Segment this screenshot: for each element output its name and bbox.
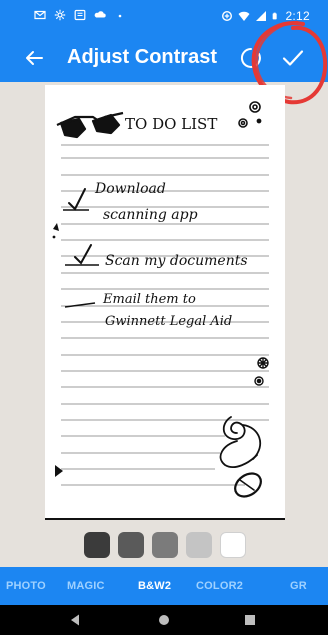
tab-magic[interactable]: MAGIC	[67, 580, 105, 592]
status-time: 2:12	[285, 9, 310, 23]
item-1-checkmark-icon	[68, 188, 86, 211]
nav-back-icon[interactable]	[68, 613, 82, 627]
triangle-marker-icon	[55, 465, 63, 477]
tab-photo[interactable]: PHOTO	[6, 580, 46, 592]
wifi-icon	[238, 11, 250, 21]
flower-doodle-icon	[254, 357, 269, 386]
notification-icons	[34, 9, 126, 21]
tab-color2[interactable]: COLOR2	[196, 580, 243, 592]
gmail-icon	[34, 10, 46, 20]
nav-recents-icon[interactable]	[243, 613, 257, 627]
document-preview: TO DO LIST Download scanning app Scan my…	[45, 85, 285, 520]
settings-icon	[54, 9, 66, 21]
item-1-text-line-1: Download	[94, 181, 166, 197]
pen-mark-icon	[52, 223, 59, 239]
tab-gr[interactable]: GR	[290, 580, 307, 592]
document-canvas: TO DO LIST Download scanning app Scan my…	[52, 101, 269, 498]
status-bar: 2:12	[0, 0, 328, 34]
data-saver-icon	[222, 10, 233, 22]
item-1-text-line-2: scanning app	[103, 207, 198, 223]
document-heading: TO DO LIST	[125, 115, 217, 133]
rotate-icon[interactable]	[238, 46, 264, 70]
cloud-icon	[94, 11, 106, 18]
swirl-doodle-icon	[238, 101, 262, 128]
swatch-5[interactable]	[220, 532, 246, 558]
swatch-4[interactable]	[186, 532, 212, 558]
item-2-text: Scan my documents	[105, 253, 248, 269]
filter-tab-bar: PHOTO MAGIC B&W2 COLOR2 GR	[0, 567, 328, 605]
nav-home-icon[interactable]	[157, 613, 171, 627]
glasses-doodle-icon	[56, 111, 124, 139]
system-nav-bar	[0, 605, 328, 635]
contrast-swatches	[0, 532, 328, 562]
mouse-doodle-icon	[219, 416, 262, 498]
item-3-text-line-1: Email them to	[102, 292, 196, 307]
calendar-icon	[74, 9, 86, 21]
battery-icon	[273, 12, 278, 20]
item-3-text-line-2: Gwinnett Legal Aid	[105, 314, 232, 329]
signal-icon	[256, 11, 267, 21]
page-title: Adjust Contrast	[67, 46, 217, 68]
tab-bw2[interactable]: B&W2	[138, 580, 171, 592]
check-icon[interactable]	[279, 45, 307, 71]
swatch-2[interactable]	[118, 532, 144, 558]
swatch-3[interactable]	[152, 532, 178, 558]
item-2-checkmark-icon	[74, 244, 92, 265]
system-icons: 2:12	[221, 9, 310, 23]
dot-icon	[118, 14, 122, 18]
back-arrow-icon[interactable]	[22, 46, 46, 70]
app-toolbar: Adjust Contrast	[0, 34, 328, 82]
swatch-1[interactable]	[84, 532, 110, 558]
